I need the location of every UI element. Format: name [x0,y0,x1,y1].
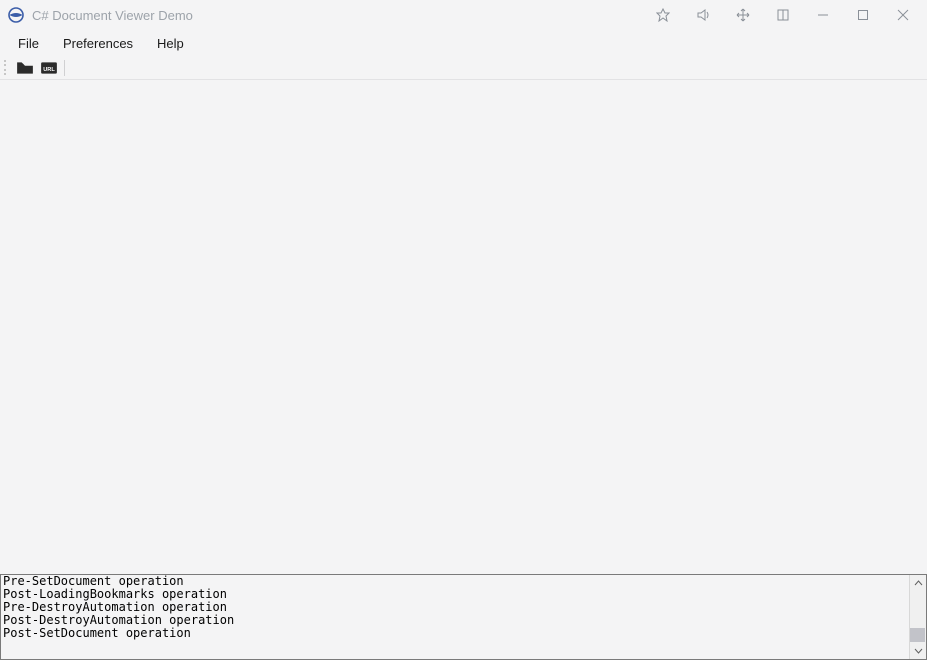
scroll-thumb[interactable] [910,628,925,642]
log-content[interactable]: Pre-SetDocument operation Post-LoadingBo… [1,575,909,659]
app-icon [8,7,24,23]
toolbar-separator [64,60,65,76]
open-url-button[interactable]: URL [40,59,58,77]
titlebar: C# Document Viewer Demo [0,0,927,30]
toolbar-grip[interactable] [4,60,8,76]
menubar: File Preferences Help [0,30,927,56]
menu-file[interactable]: File [6,33,51,54]
scroll-up-icon[interactable] [910,575,926,592]
menu-help[interactable]: Help [145,33,196,54]
dock-icon[interactable] [763,0,803,30]
scroll-track[interactable] [910,592,926,642]
open-folder-button[interactable] [16,59,34,77]
pin-icon[interactable] [643,0,683,30]
maximize-button[interactable] [843,0,883,30]
log-scrollbar[interactable] [909,575,926,659]
toolbar: URL [0,56,927,80]
window-title: C# Document Viewer Demo [32,8,643,23]
close-button[interactable] [883,0,923,30]
document-viewer-area [0,80,927,574]
move-icon[interactable] [723,0,763,30]
volume-icon[interactable] [683,0,723,30]
menu-preferences[interactable]: Preferences [51,33,145,54]
log-line: Post-SetDocument operation [3,627,907,640]
minimize-button[interactable] [803,0,843,30]
scroll-down-icon[interactable] [910,642,926,659]
log-panel: Pre-SetDocument operation Post-LoadingBo… [0,574,927,660]
svg-text:URL: URL [43,66,55,72]
system-controls [643,0,923,30]
